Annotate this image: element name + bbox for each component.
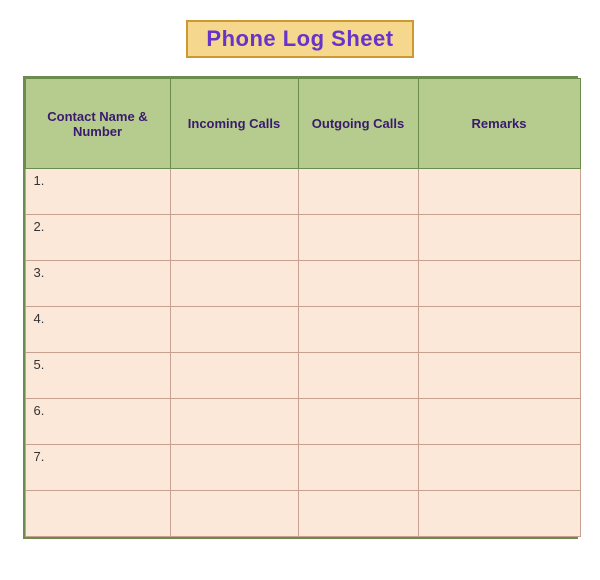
row-cell[interactable] <box>170 445 298 491</box>
row-cell[interactable] <box>298 445 418 491</box>
table-row: 4. <box>25 307 580 353</box>
row-cell[interactable] <box>298 307 418 353</box>
table-row: 7. <box>25 445 580 491</box>
row-cell[interactable] <box>170 261 298 307</box>
table-row: 5. <box>25 353 580 399</box>
row-cell[interactable] <box>418 491 580 537</box>
row-cell[interactable] <box>170 307 298 353</box>
phone-log-table: Contact Name &Number Incoming Calls Outg… <box>25 78 581 537</box>
row-label: 6. <box>25 399 170 445</box>
row-cell[interactable] <box>170 399 298 445</box>
row-label: 5. <box>25 353 170 399</box>
row-cell[interactable] <box>418 307 580 353</box>
row-cell[interactable] <box>170 215 298 261</box>
row-cell[interactable] <box>418 261 580 307</box>
col-header-incoming: Incoming Calls <box>170 79 298 169</box>
row-cell[interactable] <box>298 353 418 399</box>
row-label: 2. <box>25 215 170 261</box>
table-row: 6. <box>25 399 580 445</box>
row-label <box>25 491 170 537</box>
col-header-contact: Contact Name &Number <box>25 79 170 169</box>
row-cell[interactable] <box>298 491 418 537</box>
row-cell[interactable] <box>298 261 418 307</box>
row-cell[interactable] <box>298 399 418 445</box>
col-header-outgoing: Outgoing Calls <box>298 79 418 169</box>
row-label: 4. <box>25 307 170 353</box>
row-cell[interactable] <box>418 445 580 491</box>
table-row <box>25 491 580 537</box>
table-row: 1. <box>25 169 580 215</box>
row-label: 3. <box>25 261 170 307</box>
row-cell[interactable] <box>170 353 298 399</box>
page-title: Phone Log Sheet <box>186 20 413 58</box>
col-header-remarks: Remarks <box>418 79 580 169</box>
row-cell[interactable] <box>418 399 580 445</box>
table-row: 3. <box>25 261 580 307</box>
row-cell[interactable] <box>170 169 298 215</box>
row-cell[interactable] <box>418 215 580 261</box>
table-row: 2. <box>25 215 580 261</box>
row-label: 7. <box>25 445 170 491</box>
row-label: 1. <box>25 169 170 215</box>
row-cell[interactable] <box>298 169 418 215</box>
log-table-wrapper: Contact Name &Number Incoming Calls Outg… <box>23 76 578 539</box>
row-cell[interactable] <box>418 353 580 399</box>
row-cell[interactable] <box>170 491 298 537</box>
row-cell[interactable] <box>418 169 580 215</box>
row-cell[interactable] <box>298 215 418 261</box>
